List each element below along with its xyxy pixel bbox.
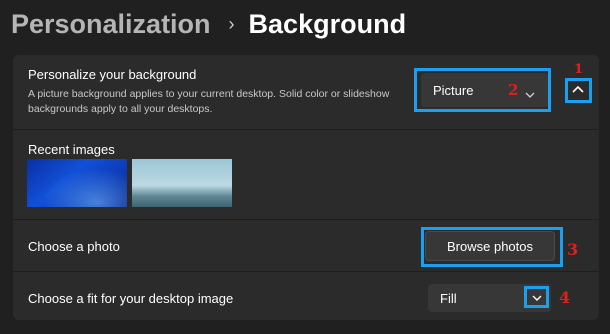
fit-label: Choose a fit for your desktop image: [28, 291, 234, 306]
fit-value: Fill: [440, 290, 457, 306]
chevron-down-icon: [525, 86, 535, 104]
annotation-4: 4: [559, 288, 571, 307]
annotation-2: 2: [508, 81, 519, 99]
background-type-value: Picture: [433, 82, 474, 98]
divider: [13, 129, 599, 130]
breadcrumb-parent[interactable]: Personalization: [11, 9, 211, 40]
breadcrumb: Personalization › Background: [11, 6, 406, 42]
browse-photos-button[interactable]: Browse photos: [425, 231, 555, 261]
collapse-section-button[interactable]: [568, 78, 588, 100]
recent-image-1[interactable]: [27, 159, 127, 207]
divider: [13, 271, 599, 272]
annotation-3: 3: [567, 240, 579, 259]
page-title: Background: [248, 8, 407, 39]
fit-dropdown-toggle[interactable]: [528, 289, 546, 307]
divider: [13, 219, 599, 220]
annotation-1: 1: [574, 62, 584, 77]
choose-photo-label: Choose a photo: [28, 239, 120, 254]
personalize-background-description: A picture background applies to your cur…: [28, 88, 390, 115]
recent-image-2[interactable]: [132, 159, 232, 207]
chevron-up-icon: [572, 85, 584, 93]
breadcrumb-separator-icon: ›: [228, 13, 235, 34]
background-type-dropdown[interactable]: Picture: [421, 73, 549, 107]
chevron-down-icon: [532, 295, 542, 301]
personalize-background-title: Personalize your background: [28, 67, 197, 82]
recent-images-label: Recent images: [28, 142, 115, 157]
